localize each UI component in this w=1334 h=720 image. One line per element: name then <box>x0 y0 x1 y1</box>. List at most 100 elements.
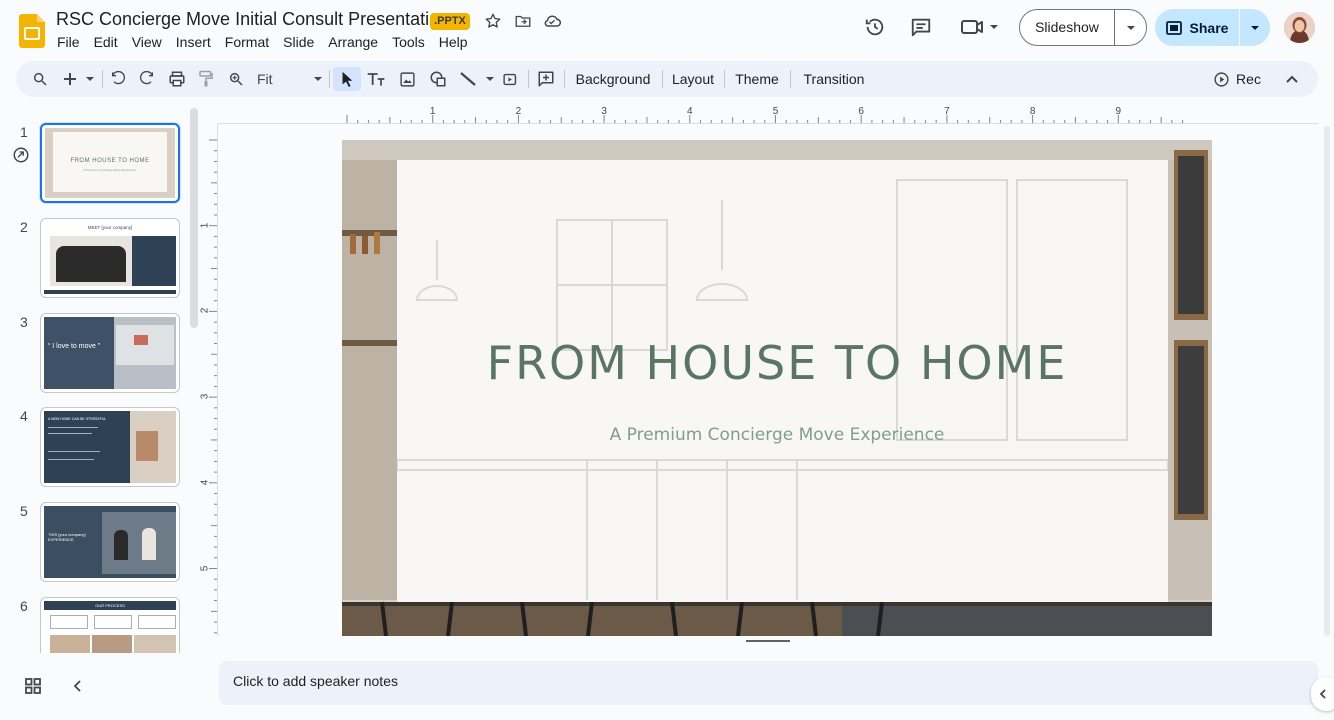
select-tool-icon[interactable] <box>333 67 361 91</box>
share-button[interactable]: Share <box>1155 9 1270 46</box>
layout-button[interactable]: Layout <box>666 67 720 91</box>
ruler-label: 3 <box>199 393 211 400</box>
comments-icon[interactable] <box>910 16 932 38</box>
menu-format[interactable]: Format <box>218 33 276 51</box>
menu-arrange[interactable]: Arrange <box>321 33 385 51</box>
grid-view-icon[interactable] <box>24 677 42 695</box>
rec-label: Rec <box>1236 71 1261 87</box>
share-dropdown-icon[interactable] <box>1240 25 1270 31</box>
collapse-toolbar-icon[interactable] <box>1280 67 1304 91</box>
slideshow-button[interactable]: Slideshow <box>1019 9 1147 46</box>
slideshow-label[interactable]: Slideshow <box>1020 10 1115 45</box>
thumb-6-title: OUR PROCESS <box>95 603 125 608</box>
document-title[interactable]: RSC Concierge Move Initial Consult Prese… <box>56 9 449 30</box>
chevron-down-icon <box>314 77 322 81</box>
side-panel-toggle[interactable] <box>1311 677 1334 711</box>
line-tool-icon[interactable] <box>458 67 498 91</box>
thumb-4-title: A NEW HOME CAN BE STRESSFUL <box>48 417 107 421</box>
thumb-3-title: “ I love to move ” <box>48 343 101 350</box>
share-slides-icon <box>1165 20 1182 35</box>
thumb-1-subtitle: A Premium Concierge Move Experience <box>83 168 137 172</box>
theme-button[interactable]: Theme <box>729 67 785 91</box>
slide-number: 1 <box>20 124 28 140</box>
notes-resize-handle[interactable] <box>746 640 790 642</box>
slide-thumbnail-6[interactable]: OUR PROCESS <box>40 597 180 653</box>
add-comment-icon[interactable] <box>534 67 558 91</box>
slide-thumbnail-4[interactable]: A NEW HOME CAN BE STRESSFUL <box>40 407 180 487</box>
redo-icon[interactable] <box>135 67 159 91</box>
ruler-label: 2 <box>199 308 211 314</box>
thumb-5-title: THIS [your company] EXPERIENCE <box>48 532 86 542</box>
share-label: Share <box>1189 19 1229 36</box>
cloud-status-icon[interactable] <box>541 10 563 32</box>
undo-icon[interactable] <box>106 67 130 91</box>
menu-slide[interactable]: Slide <box>276 33 321 51</box>
canvas-scrollbar[interactable] <box>1322 126 1332 636</box>
slides-logo-icon[interactable] <box>19 14 45 48</box>
meet-icon[interactable] <box>960 16 1000 38</box>
rec-button[interactable]: Rec <box>1210 67 1264 91</box>
share-main[interactable]: Share <box>1155 9 1240 46</box>
filmstrip-scrollbar[interactable] <box>190 108 198 328</box>
text-box-icon[interactable] <box>364 67 388 91</box>
history-icon[interactable] <box>864 16 886 38</box>
star-icon[interactable] <box>482 10 504 32</box>
chevron-left-icon <box>1319 689 1326 699</box>
slide-number: 4 <box>20 408 28 424</box>
menu-help[interactable]: Help <box>432 33 475 51</box>
slide-subtitle[interactable]: A Premium Concierge Move Experience <box>342 425 1212 445</box>
thumb-1-title: FROM HOUSE TO HOME <box>70 158 150 164</box>
ruler-label: 6 <box>858 106 864 117</box>
search-menus-icon[interactable] <box>28 67 52 91</box>
ruler-label: 4 <box>687 106 693 117</box>
menu-file[interactable]: File <box>50 33 87 51</box>
menu-edit[interactable]: Edit <box>87 33 125 51</box>
slideshow-dropdown-icon[interactable] <box>1115 25 1146 31</box>
slide-number: 3 <box>20 314 28 330</box>
ruler-label: 5 <box>199 565 211 571</box>
speaker-notes[interactable]: Click to add speaker notes <box>219 661 1318 705</box>
ruler-label: 1 <box>199 222 211 228</box>
background-button[interactable]: Background <box>569 67 657 91</box>
shape-icon[interactable] <box>426 67 450 91</box>
vertical-ruler: 1 2 3 4 5 <box>199 124 218 636</box>
filmstrip: 1 FROM HOUSE TO HOME A Premium Concierge… <box>0 108 200 653</box>
transition-button[interactable]: Transition <box>795 67 873 91</box>
slide-thumbnail-1[interactable]: FROM HOUSE TO HOME A Premium Concierge M… <box>40 123 180 203</box>
menu-tools[interactable]: Tools <box>385 33 432 51</box>
paint-format-icon[interactable] <box>194 67 218 91</box>
avatar[interactable] <box>1284 12 1315 43</box>
move-to-folder-icon[interactable] <box>512 10 534 32</box>
file-type-badge: .PPTX <box>430 13 470 30</box>
print-icon[interactable] <box>165 67 189 91</box>
insert-image-icon[interactable] <box>395 67 419 91</box>
ruler-label: 3 <box>601 106 607 117</box>
slide-thumbnail-5[interactable]: THIS [your company] EXPERIENCE <box>40 502 180 582</box>
slide-thumbnail-2[interactable]: MEET [your company] <box>40 218 180 298</box>
slide-number: 2 <box>20 219 28 235</box>
record-icon <box>1214 71 1229 87</box>
slide-thumbnail-3[interactable]: “ I love to move ” <box>40 313 180 393</box>
ruler-label: 7 <box>944 106 950 117</box>
ruler-label: 2 <box>515 106 522 117</box>
thumb-2-title: MEET [your company] <box>87 225 133 230</box>
slide-title[interactable]: FROM HOUSE TO HOME <box>342 336 1212 390</box>
menu-bar: File Edit View Insert Format Slide Arran… <box>50 33 475 51</box>
horizontal-ruler: 1 2 3 4 5 6 7 8 9 <box>218 106 1318 124</box>
zoom-icon[interactable] <box>224 67 248 91</box>
menu-view[interactable]: View <box>125 33 169 51</box>
chevron-left-icon[interactable] <box>70 677 86 695</box>
slide-number: 6 <box>20 598 28 614</box>
linked-object-icon <box>12 146 30 164</box>
insert-video-icon[interactable] <box>498 67 522 91</box>
ruler-label: 5 <box>772 106 779 117</box>
ruler-label: 1 <box>429 106 436 117</box>
ruler-label: 8 <box>1029 106 1036 117</box>
new-slide-icon[interactable] <box>58 67 98 91</box>
slide-canvas[interactable]: FROM HOUSE TO HOME A Premium Concierge M… <box>342 140 1212 636</box>
ruler-label: 9 <box>1115 106 1122 117</box>
zoom-select[interactable]: Fit <box>257 67 323 91</box>
toolbar: Fit Background Layout Theme Transition R… <box>16 61 1318 97</box>
menu-insert[interactable]: Insert <box>169 33 218 51</box>
slide-number: 5 <box>20 503 28 519</box>
